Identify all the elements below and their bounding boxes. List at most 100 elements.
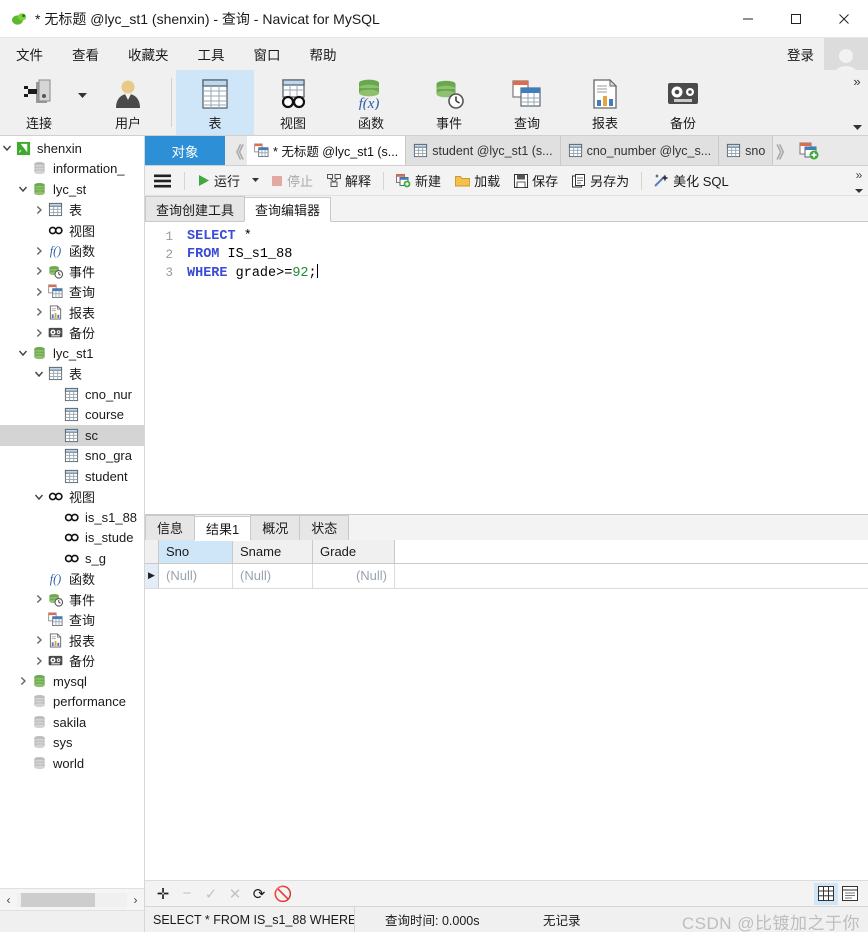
tree-node-sno_gra[interactable]: sno_gra [0, 446, 144, 467]
document-tab-2[interactable]: cno_number @lyc_s... [560, 136, 720, 165]
tree-twisty-down-icon[interactable] [0, 143, 14, 153]
tree-twisty-right-icon[interactable] [32, 328, 46, 338]
tree-node-sakila[interactable]: sakila [0, 712, 144, 733]
tree-node--[interactable]: 报表 [0, 630, 144, 651]
tree-twisty-right-icon[interactable] [32, 635, 46, 645]
tree-node--[interactable]: f() 函数 [0, 241, 144, 262]
tree-twisty-right-icon[interactable] [32, 246, 46, 256]
menu-view[interactable]: 查看 [59, 40, 112, 68]
scroll-track[interactable] [17, 892, 127, 907]
grid-view-icon[interactable] [814, 882, 838, 905]
document-tab-3[interactable]: sno [719, 136, 774, 165]
result-tab-3[interactable]: 状态 [299, 514, 350, 540]
grid-cell[interactable]: (Null) [159, 563, 233, 588]
ribbon-view[interactable]: 视图 [254, 70, 332, 135]
tree-node-sys[interactable]: sys [0, 733, 144, 754]
tree-twisty-right-icon[interactable] [32, 287, 46, 297]
tree-twisty-down-icon[interactable] [16, 348, 30, 358]
connection-dropdown-caret-icon[interactable] [78, 70, 89, 135]
tree-node-world[interactable]: world [0, 753, 144, 774]
tree-twisty-right-icon[interactable] [32, 594, 46, 604]
sql-editor[interactable]: 123 SELECT * FROM IS_s1_88 WHERE grade>=92… [145, 222, 868, 514]
scroll-left-arrow-icon[interactable]: ‹ [0, 893, 17, 907]
sidebar-horizontal-scrollbar[interactable]: ‹ › [0, 888, 144, 910]
tree-node--[interactable]: 事件 [0, 589, 144, 610]
tree-node-is_stude[interactable]: is_stude [0, 528, 144, 549]
form-view-icon[interactable] [838, 883, 862, 905]
explain-button[interactable]: 解释 [321, 169, 377, 193]
grid-column-header-sno[interactable]: Sno [159, 539, 233, 563]
ribbon-event[interactable]: 事件 [410, 70, 488, 135]
ribbon-table[interactable]: 表 [176, 70, 254, 135]
tree-twisty-down-icon[interactable] [32, 369, 46, 379]
add-record-button[interactable]: ✛ [151, 883, 175, 905]
run-button[interactable]: 运行 [191, 169, 246, 193]
tree-twisty-right-icon[interactable] [32, 307, 46, 317]
tab-scroll-prev[interactable]: 《 [225, 136, 247, 165]
tree-node--[interactable]: 备份 [0, 323, 144, 344]
grid-cell[interactable]: (Null) [233, 563, 313, 588]
tree-node-s_g[interactable]: s_g [0, 548, 144, 569]
tree-twisty-right-icon[interactable] [16, 676, 30, 686]
close-button[interactable] [820, 0, 868, 38]
query-toolbar-overflow[interactable]: » [850, 167, 868, 195]
minimize-button[interactable] [724, 0, 772, 38]
hamburger-icon[interactable] [145, 174, 179, 188]
stop-loading-button[interactable]: 🚫 [271, 883, 295, 905]
scroll-right-arrow-icon[interactable]: › [127, 893, 144, 907]
menu-help[interactable]: 帮助 [297, 40, 350, 68]
ribbon-report[interactable]: 报表 [566, 70, 644, 135]
tree-node--[interactable]: 视图 [0, 220, 144, 241]
save-button[interactable]: 保存 [508, 169, 564, 193]
result-tab-2[interactable]: 概况 [250, 514, 301, 540]
scroll-thumb[interactable] [21, 892, 95, 907]
grid-body[interactable]: ▶ (Null) (Null) (Null) [145, 563, 868, 589]
tree-node-lyc_st[interactable]: lyc_st [0, 179, 144, 200]
result-tab-1[interactable]: 结果1 [194, 515, 252, 541]
grid-column-header-grade[interactable]: Grade [313, 539, 395, 563]
tab-objects[interactable]: 对象 [145, 136, 225, 165]
table-row[interactable]: ▶ (Null) (Null) (Null) [145, 563, 868, 589]
tree-twisty-right-icon[interactable] [32, 205, 46, 215]
document-tab-0[interactable]: * 无标题 @lyc_st1 (s... [247, 136, 407, 165]
run-dropdown-caret-icon[interactable] [248, 169, 263, 193]
tree-node--[interactable]: 表 [0, 200, 144, 221]
database-tree[interactable]: shenxin information_ lyc_st 表视图 f() 函数 事件 查询 报表备… [0, 136, 144, 888]
result-tab-0[interactable]: 信息 [145, 514, 196, 540]
save-as-button[interactable]: 另存为 [566, 169, 635, 193]
ribbon-backup[interactable]: 备份 [644, 70, 722, 135]
tree-twisty-down-icon[interactable] [32, 492, 46, 502]
tree-twisty-down-icon[interactable] [16, 184, 30, 194]
tree-node--[interactable]: 表 [0, 364, 144, 385]
ribbon-overflow[interactable]: » [846, 70, 868, 135]
tree-node-mysql[interactable]: mysql [0, 671, 144, 692]
tree-node--[interactable]: 报表 [0, 302, 144, 323]
result-grid[interactable]: Sno Sname Grade ▶ (Null) (Null) (Null) [145, 539, 868, 589]
sql-code-area[interactable]: SELECT * FROM IS_s1_88 WHERE grade>=92; [179, 222, 868, 514]
tree-node-student[interactable]: student [0, 466, 144, 487]
menu-tools[interactable]: 工具 [185, 40, 238, 68]
tree-node-sc[interactable]: sc [0, 425, 144, 446]
ribbon-function[interactable]: f(x) 函数 [332, 70, 410, 135]
refresh-button[interactable]: ⟳ [247, 883, 271, 905]
new-query-tab-button[interactable] [795, 136, 824, 165]
load-button[interactable]: 加载 [449, 169, 506, 193]
tab-query-builder[interactable]: 查询创建工具 [145, 196, 246, 221]
tree-node--[interactable]: 备份 [0, 651, 144, 672]
login-area[interactable]: 登录 [787, 38, 868, 82]
tree-node-cno_nur[interactable]: cno_nur [0, 384, 144, 405]
tree-node-shenxin[interactable]: shenxin [0, 138, 144, 159]
tree-node-performance[interactable]: performance [0, 692, 144, 713]
tree-node--[interactable]: f() 函数 [0, 569, 144, 590]
grid-cell[interactable]: (Null) [313, 563, 395, 588]
tree-node--[interactable]: 事件 [0, 261, 144, 282]
tree-node--[interactable]: 查询 [0, 282, 144, 303]
tab-query-editor[interactable]: 查询编辑器 [244, 197, 332, 222]
tree-node--[interactable]: 查询 [0, 610, 144, 631]
ribbon-user[interactable]: 用户 [89, 70, 167, 135]
grid-column-header-sname[interactable]: Sname [233, 539, 313, 563]
tab-scroll-next[interactable]: 》 [773, 136, 796, 165]
menu-favorites[interactable]: 收藏夹 [115, 40, 182, 68]
ribbon-query[interactable]: 查询 [488, 70, 566, 135]
maximize-button[interactable] [772, 0, 820, 38]
